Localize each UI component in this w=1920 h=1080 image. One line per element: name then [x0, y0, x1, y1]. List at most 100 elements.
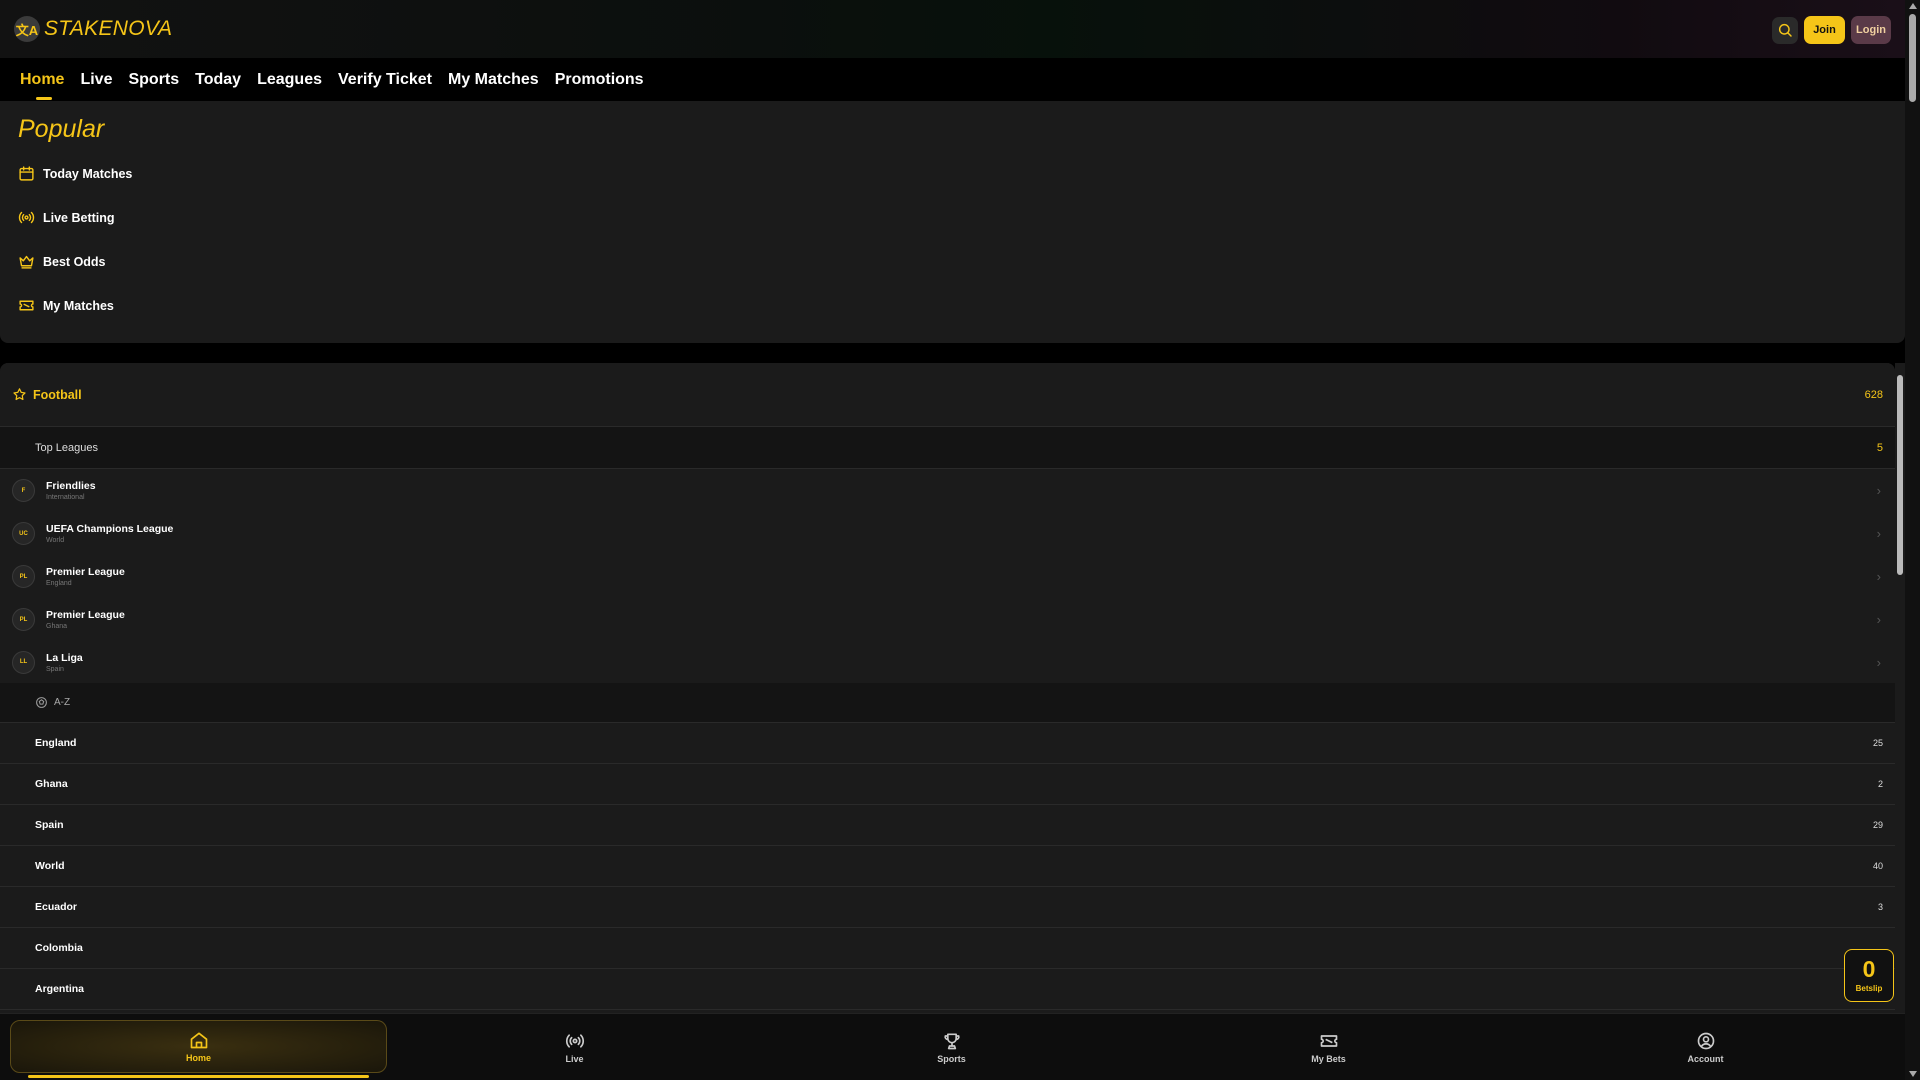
- scroll-down-arrow-icon[interactable]: [1909, 1071, 1917, 1077]
- nav-item-sports[interactable]: Sports: [128, 58, 179, 101]
- league-row[interactable]: UC UEFA Champions League World ›: [0, 512, 1895, 555]
- nav-item-home[interactable]: Home: [20, 58, 64, 101]
- league-country: World: [46, 537, 65, 544]
- sports-list-scrollbar[interactable]: [1895, 363, 1905, 1013]
- main-nav: Home Live Sports Today Leagues Verify Ti…: [0, 58, 1905, 101]
- league-row[interactable]: LL La Liga Spain ›: [0, 641, 1895, 684]
- country-row-england[interactable]: England 25: [0, 723, 1895, 764]
- league-badge: PL: [12, 608, 35, 631]
- league-name: Premier League: [46, 566, 125, 578]
- bottom-nav-label: Live: [565, 1054, 584, 1064]
- bottom-nav-label: Home: [185, 1053, 211, 1063]
- ticket-icon: [1320, 1035, 1337, 1047]
- country-row-argentina[interactable]: Argentina: [0, 969, 1895, 1010]
- league-country: International: [46, 494, 85, 501]
- popular-item-best-odds[interactable]: Best Odds: [18, 253, 106, 270]
- country-count: 29: [1872, 820, 1883, 830]
- nav-item-today[interactable]: Today: [195, 58, 241, 101]
- crown-icon: [19, 255, 34, 269]
- country-row-spain[interactable]: Spain 29: [0, 805, 1895, 846]
- bottom-nav-my-bets[interactable]: My Bets: [1140, 1014, 1517, 1080]
- translate-icon: 文A: [14, 16, 40, 42]
- popular-item-today-matches[interactable]: Today Matches: [18, 165, 132, 182]
- popular-panel: Popular Today Matches Live Betting Best …: [0, 101, 1905, 343]
- sports-list: Football 628 Top Leagues 5 F Friendlies …: [0, 363, 1895, 1013]
- country-count: 2: [1877, 779, 1883, 789]
- popular-item-label: My Matches: [43, 298, 114, 313]
- league-badge: PL: [12, 565, 35, 588]
- home-icon: [190, 1032, 207, 1049]
- brand-name: STAKENOVA: [44, 17, 173, 40]
- trophy-icon: [943, 1033, 960, 1050]
- popular-item-live-betting[interactable]: Live Betting: [18, 209, 115, 226]
- country-name: Ecuador: [35, 901, 78, 913]
- league-row[interactable]: PL Premier League England ›: [0, 555, 1895, 598]
- page-scroll-thumb[interactable]: [1909, 14, 1916, 102]
- logo[interactable]: 文A STAKENOVA: [14, 16, 172, 42]
- sport-row-football[interactable]: Football 628: [0, 363, 1895, 427]
- league-row[interactable]: PL Premier League Ghana ›: [0, 598, 1895, 641]
- country-row-ecuador[interactable]: Ecuador 3: [0, 887, 1895, 928]
- betslip-button[interactable]: 0 Betslip: [1844, 949, 1894, 1002]
- active-tab-indicator: [28, 1075, 369, 1078]
- search-button[interactable]: [1772, 16, 1798, 44]
- country-name: World: [35, 860, 65, 872]
- bottom-nav-live[interactable]: Live: [386, 1014, 763, 1080]
- az-header[interactable]: A-Z: [0, 683, 1895, 723]
- sport-count: 628: [1864, 388, 1883, 401]
- bottom-nav: Home Live Sports My Bets Account: [0, 1013, 1905, 1080]
- bottom-nav-label: Sports: [937, 1054, 966, 1064]
- league-name: UEFA Champions League: [46, 523, 174, 535]
- betslip-label: Betslip: [1855, 984, 1883, 993]
- league-badge: F: [12, 479, 35, 502]
- user-circle-icon: [1697, 1032, 1714, 1050]
- join-button[interactable]: Join: [1804, 16, 1845, 44]
- scroll-up-arrow-icon[interactable]: [1909, 3, 1917, 9]
- league-row[interactable]: F Friendlies International ›: [0, 469, 1895, 512]
- popular-item-my-matches[interactable]: My Matches: [18, 297, 114, 314]
- nav-item-promotions[interactable]: Promotions: [555, 58, 644, 101]
- chevron-right-icon: ›: [1876, 483, 1881, 498]
- league-name: Friendlies: [46, 480, 96, 492]
- league-name: Premier League: [46, 609, 125, 621]
- popular-item-label: Live Betting: [43, 210, 115, 225]
- chevron-right-icon: ›: [1876, 526, 1881, 541]
- top-header: 文A STAKENOVA Join Login: [0, 0, 1905, 58]
- login-button[interactable]: Login: [1851, 16, 1891, 44]
- top-leagues-count: 5: [1876, 441, 1883, 454]
- nav-item-verify-ticket[interactable]: Verify Ticket: [338, 58, 432, 101]
- top-leagues-label: Top Leagues: [35, 441, 98, 454]
- chevron-right-icon: ›: [1876, 654, 1881, 670]
- chevron-right-icon: ›: [1876, 569, 1881, 584]
- country-row-colombia[interactable]: Colombia: [0, 928, 1895, 969]
- bottom-nav-label: My Bets: [1311, 1054, 1346, 1064]
- top-leagues-header[interactable]: Top Leagues 5: [0, 427, 1895, 469]
- search-icon: [1778, 23, 1792, 37]
- country-name: Argentina: [35, 983, 85, 995]
- league-country: Spain: [46, 665, 64, 673]
- nav-item-leagues[interactable]: Leagues: [257, 58, 322, 101]
- country-count: 40: [1872, 861, 1883, 871]
- country-row-world[interactable]: World 40: [0, 846, 1895, 887]
- bottom-nav-account[interactable]: Account: [1517, 1014, 1894, 1080]
- country-row-ghana[interactable]: Ghana 2: [0, 764, 1895, 805]
- league-badge: LL: [12, 650, 35, 674]
- nav-item-my-matches[interactable]: My Matches: [448, 58, 539, 101]
- league-name: La Liga: [46, 651, 83, 664]
- sports-list-scroll-thumb[interactable]: [1897, 375, 1903, 575]
- country-count: 3: [1877, 902, 1883, 912]
- popular-item-label: Best Odds: [43, 254, 106, 269]
- calendar-icon: [19, 166, 34, 181]
- sport-label: Football: [33, 387, 82, 402]
- star-icon[interactable]: [12, 387, 27, 402]
- popular-title: Popular: [18, 115, 105, 143]
- football-icon: [36, 697, 47, 708]
- page-scrollbar[interactable]: [1905, 0, 1920, 1080]
- league-country: Ghana: [46, 623, 68, 630]
- az-label: A-Z: [54, 697, 71, 708]
- bottom-nav-sports[interactable]: Sports: [763, 1014, 1140, 1080]
- league-badge: UC: [12, 522, 35, 545]
- nav-item-live[interactable]: Live: [80, 58, 112, 101]
- bottom-nav-label: Account: [1687, 1054, 1724, 1064]
- bottom-nav-home[interactable]: Home: [10, 1020, 387, 1073]
